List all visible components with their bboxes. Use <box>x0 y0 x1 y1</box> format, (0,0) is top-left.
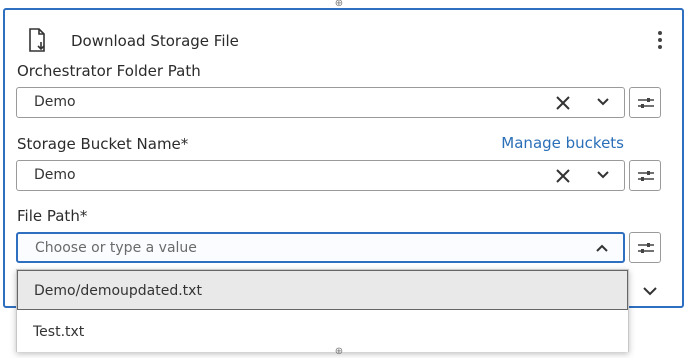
chevron-down-icon[interactable] <box>641 284 659 298</box>
chevron-down-icon[interactable] <box>596 96 610 108</box>
file-path-options-button[interactable] <box>629 232 661 263</box>
bottom-connector-handle[interactable]: ⊕ <box>333 347 345 357</box>
storage-bucket-name-options-button[interactable] <box>629 160 661 191</box>
clear-icon[interactable] <box>554 167 572 185</box>
file-path-placeholder: Choose or type a value <box>35 240 197 256</box>
chevron-down-icon[interactable] <box>596 169 610 181</box>
chevron-up-icon[interactable] <box>595 242 609 254</box>
file-path-dropdown: Demo/demoupdated.txt Test.txt <box>16 269 629 352</box>
dropdown-option[interactable]: Test.txt <box>17 312 628 352</box>
download-file-icon <box>29 28 45 52</box>
manage-buckets-link[interactable]: Manage buckets <box>501 134 624 152</box>
sliders-icon <box>638 243 654 253</box>
orchestrator-folder-path-options-button[interactable] <box>629 87 661 118</box>
top-connector-handle[interactable]: ⊕ <box>333 0 345 9</box>
dropdown-option-label: Test.txt <box>33 324 85 340</box>
activity-title: Download Storage File <box>71 32 239 50</box>
dropdown-option-label: Demo/demoupdated.txt <box>34 283 202 299</box>
orchestrator-folder-path-field[interactable]: Demo <box>16 87 625 118</box>
clear-icon[interactable] <box>554 94 572 112</box>
file-path-field[interactable]: Choose or type a value <box>16 232 625 263</box>
orchestrator-folder-path-value: Demo <box>34 94 76 110</box>
more-options-icon[interactable] <box>653 28 667 50</box>
sliders-icon <box>638 171 654 181</box>
storage-bucket-name-value: Demo <box>34 167 76 183</box>
file-path-label: File Path* <box>17 207 88 225</box>
dropdown-option[interactable]: Demo/demoupdated.txt <box>17 270 628 310</box>
storage-bucket-name-label: Storage Bucket Name* <box>17 135 189 153</box>
sliders-icon <box>638 98 654 108</box>
activity-header: Download Storage File <box>27 26 677 56</box>
storage-bucket-name-field[interactable]: Demo <box>16 160 625 191</box>
orchestrator-folder-path-label: Orchestrator Folder Path <box>17 62 201 80</box>
activity-card: Download Storage File <box>3 8 684 308</box>
